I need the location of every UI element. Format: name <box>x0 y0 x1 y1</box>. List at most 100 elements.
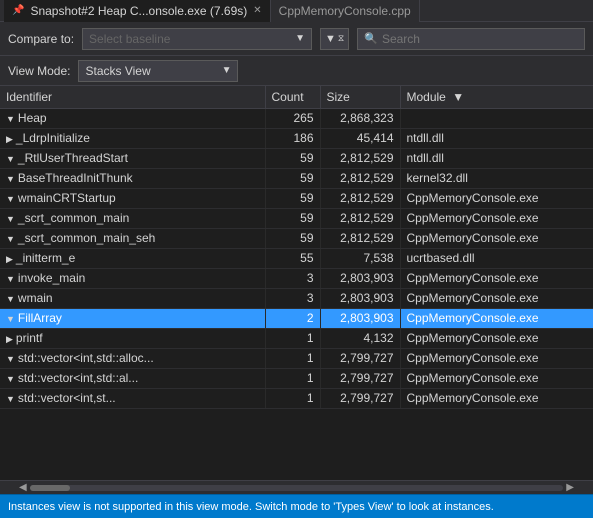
cell-size: 2,812,529 <box>320 188 400 208</box>
scrollbar-horizontal[interactable]: ◀ ▶ <box>0 480 593 494</box>
cell-count: 3 <box>265 268 320 288</box>
filter-button[interactable]: ▼ ⧖ <box>320 28 349 50</box>
cell-count: 2 <box>265 308 320 328</box>
table-row[interactable]: ▼ FillArray22,803,903CppMemoryConsole.ex… <box>0 308 593 328</box>
expand-open-icon: ▼ <box>6 274 15 284</box>
cell-size: 45,414 <box>320 128 400 148</box>
cell-identifier: ▼ BaseThreadInitThunk <box>0 168 265 188</box>
cell-size: 2,803,903 <box>320 308 400 328</box>
cell-module: CppMemoryConsole.exe <box>400 308 593 328</box>
expand-open-icon: ▼ <box>6 174 15 184</box>
cell-module: CppMemoryConsole.exe <box>400 328 593 348</box>
table-row[interactable]: ▶ _initterm_e557,538ucrtbased.dll <box>0 248 593 268</box>
cell-size: 2,803,903 <box>320 288 400 308</box>
expand-open-icon: ▼ <box>6 194 15 204</box>
cell-identifier: ▼ std::vector<int,std::al... <box>0 368 265 388</box>
table-row[interactable]: ▼ std::vector<int,std::alloc...12,799,72… <box>0 348 593 368</box>
table-row[interactable]: ▼ std::vector<int,std::al...12,799,727Cp… <box>0 368 593 388</box>
cell-identifier: ▼ _RtlUserThreadStart <box>0 148 265 168</box>
data-table: Identifier Count Size Module ▼ ▼ Heap265… <box>0 86 593 409</box>
table-row[interactable]: ▶ printf14,132CppMemoryConsole.exe <box>0 328 593 348</box>
expand-open-icon: ▼ <box>6 234 15 244</box>
cell-count: 1 <box>265 368 320 388</box>
data-table-wrapper[interactable]: Identifier Count Size Module ▼ ▼ Heap265… <box>0 86 593 480</box>
cell-size: 2,812,529 <box>320 148 400 168</box>
search-input[interactable] <box>382 32 578 46</box>
cell-module: ucrtbased.dll <box>400 248 593 268</box>
compare-toolbar: Compare to: Select baseline ▼ ▼ ⧖ 🔍 <box>0 22 593 56</box>
cell-module: CppMemoryConsole.exe <box>400 388 593 408</box>
scroll-right-arrow[interactable]: ▶ <box>563 482 577 493</box>
filter-icon: ▼ <box>325 33 336 45</box>
col-header-count: Count <box>265 86 320 108</box>
cell-identifier: ▶ _LdrpInitialize <box>0 128 265 148</box>
table-row[interactable]: ▼ BaseThreadInitThunk592,812,529kernel32… <box>0 168 593 188</box>
expand-open-icon: ▼ <box>6 354 15 364</box>
table-row[interactable]: ▼ _RtlUserThreadStart592,812,529ntdll.dl… <box>0 148 593 168</box>
cell-count: 3 <box>265 288 320 308</box>
cell-module: ntdll.dll <box>400 148 593 168</box>
cell-size: 2,812,529 <box>320 208 400 228</box>
cell-identifier: ▼ wmain <box>0 288 265 308</box>
cell-identifier: ▼ _scrt_common_main <box>0 208 265 228</box>
table-row[interactable]: ▼ std::vector<int,st...12,799,727CppMemo… <box>0 388 593 408</box>
baseline-dropdown-arrow: ▼ <box>295 33 305 44</box>
cell-identifier: ▼ Heap <box>0 108 265 128</box>
cell-identifier: ▼ std::vector<int,std::alloc... <box>0 348 265 368</box>
table-row[interactable]: ▼ Heap2652,868,323 <box>0 108 593 128</box>
cell-count: 1 <box>265 328 320 348</box>
cell-count: 1 <box>265 388 320 408</box>
cell-module: kernel32.dll <box>400 168 593 188</box>
table-row[interactable]: ▶ _LdrpInitialize18645,414ntdll.dll <box>0 128 593 148</box>
cell-module: CppMemoryConsole.exe <box>400 188 593 208</box>
col-header-identifier: Identifier <box>0 86 265 108</box>
cell-count: 59 <box>265 208 320 228</box>
cell-count: 55 <box>265 248 320 268</box>
table-row[interactable]: ▼ wmain32,803,903CppMemoryConsole.exe <box>0 288 593 308</box>
col-header-size: Size <box>320 86 400 108</box>
cell-count: 1 <box>265 348 320 368</box>
cell-size: 2,799,727 <box>320 388 400 408</box>
cell-module: CppMemoryConsole.exe <box>400 368 593 388</box>
scrollbar-track[interactable] <box>30 485 564 491</box>
viewmode-dropdown[interactable]: Stacks View ▼ <box>78 60 238 82</box>
expand-open-icon: ▼ <box>6 394 15 404</box>
expand-open-icon: ▼ <box>6 154 15 164</box>
filter-icon2: ⧖ <box>338 33 344 44</box>
search-icon: 🔍 <box>364 32 378 45</box>
table-row[interactable]: ▼ _scrt_common_main592,812,529CppMemoryC… <box>0 208 593 228</box>
cell-identifier: ▼ _scrt_common_main_seh <box>0 228 265 248</box>
cell-count: 59 <box>265 148 320 168</box>
status-text: Instances view is not supported in this … <box>8 501 494 513</box>
cell-module: CppMemoryConsole.exe <box>400 208 593 228</box>
viewmode-bar: View Mode: Stacks View ▼ <box>0 56 593 86</box>
cell-size: 2,799,727 <box>320 368 400 388</box>
scroll-left-arrow[interactable]: ◀ <box>16 482 30 493</box>
viewmode-selected: Stacks View <box>85 64 217 78</box>
tab-heap[interactable]: 📌 Snapshot#2 Heap C...onsole.exe (7.69s)… <box>4 0 271 22</box>
title-bar: 📌 Snapshot#2 Heap C...onsole.exe (7.69s)… <box>0 0 593 22</box>
baseline-dropdown[interactable]: Select baseline ▼ <box>82 28 312 50</box>
col-header-module[interactable]: Module ▼ <box>400 86 593 108</box>
tab-close-icon[interactable]: ✕ <box>253 5 261 16</box>
expand-closed-icon: ▶ <box>6 334 13 345</box>
cell-count: 186 <box>265 128 320 148</box>
table-row[interactable]: ▼ wmainCRTStartup592,812,529CppMemoryCon… <box>0 188 593 208</box>
cell-count: 265 <box>265 108 320 128</box>
compare-label: Compare to: <box>8 32 74 46</box>
table-row[interactable]: ▼ invoke_main32,803,903CppMemoryConsole.… <box>0 268 593 288</box>
cell-count: 59 <box>265 228 320 248</box>
status-bar: Instances view is not supported in this … <box>0 494 593 518</box>
table-row[interactable]: ▼ _scrt_common_main_seh592,812,529CppMem… <box>0 228 593 248</box>
cell-size: 2,812,529 <box>320 168 400 188</box>
table-body: ▼ Heap2652,868,323▶ _LdrpInitialize18645… <box>0 108 593 408</box>
cell-module: ntdll.dll <box>400 128 593 148</box>
expand-open-icon: ▼ <box>6 214 15 224</box>
search-box[interactable]: 🔍 <box>357 28 585 50</box>
cell-size: 2,868,323 <box>320 108 400 128</box>
cell-identifier: ▼ wmainCRTStartup <box>0 188 265 208</box>
tab-cpp[interactable]: CppMemoryConsole.cpp <box>271 0 420 22</box>
tab-pin-icon: 📌 <box>12 5 24 16</box>
cell-size: 7,538 <box>320 248 400 268</box>
viewmode-arrow: ▼ <box>222 65 232 76</box>
